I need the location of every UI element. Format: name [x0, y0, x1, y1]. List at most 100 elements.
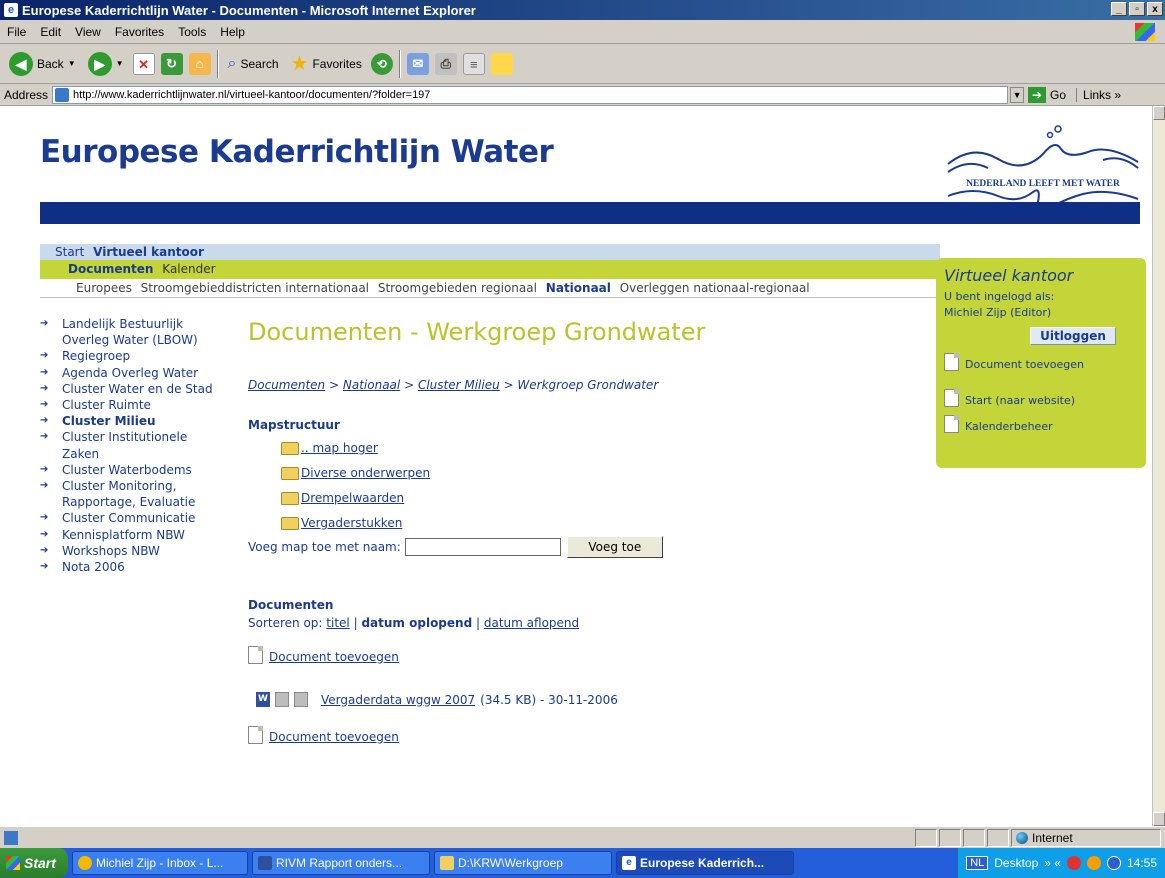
- outlook-icon: [78, 856, 92, 870]
- forward-button[interactable]: ▶ ▼: [85, 49, 127, 79]
- nav-stroomgebieddistricten[interactable]: Stroomgebieddistricten internationaal: [141, 281, 369, 295]
- address-dropdown-icon[interactable]: ▼: [1010, 86, 1025, 103]
- delete-icon[interactable]: [294, 692, 308, 707]
- taskbar-item-outlook[interactable]: Michiel Zijp - Inbox - L...: [72, 851, 248, 875]
- forward-arrow-icon: ▶: [87, 51, 112, 76]
- page-title: Documenten - Werkgroep Grondwater: [248, 318, 706, 346]
- maximize-button[interactable]: ▫: [1129, 2, 1145, 16]
- left-nav-item[interactable]: Cluster Ruimte: [40, 397, 220, 413]
- login-status: U bent ingelogd als: Michiel Zijp (Edito…: [944, 289, 1138, 321]
- ie-icon: e: [622, 856, 636, 870]
- tray-chevrons[interactable]: » «: [1044, 856, 1061, 870]
- go-button[interactable]: ➔ Go: [1028, 86, 1066, 103]
- language-indicator[interactable]: NL: [966, 856, 989, 870]
- taskbar-item-folder[interactable]: D:\KRW\Werkgroep: [434, 851, 612, 875]
- folder-name-input[interactable]: [404, 538, 561, 556]
- clock: 14:55: [1126, 856, 1157, 870]
- tray-app-icon[interactable]: [1066, 856, 1081, 870]
- menu-help[interactable]: Help: [213, 25, 252, 39]
- panel-calendar-link[interactable]: Kalenderbeheer: [944, 415, 1138, 433]
- document-link[interactable]: Vergaderdata wggw 2007: [321, 693, 475, 707]
- left-nav-item[interactable]: Workshops NBW: [40, 543, 220, 559]
- edit-icon[interactable]: ≡: [462, 52, 485, 75]
- taskbar-item-word[interactable]: RIVM Rapport onders...: [252, 851, 430, 875]
- links-button[interactable]: Links »: [1076, 87, 1121, 102]
- minimize-button[interactable]: _: [1111, 2, 1127, 16]
- taskbar-item-ie[interactable]: e Europese Kaderrich...: [616, 851, 794, 875]
- favorites-button[interactable]: ★ Favorites: [288, 49, 365, 79]
- stop-icon[interactable]: ✕: [132, 52, 155, 75]
- breadcrumb-cluster-milieu[interactable]: Cluster Milieu: [418, 378, 500, 392]
- website-icon: [944, 389, 959, 407]
- panel-start-link[interactable]: Start (naar website): [944, 389, 1138, 407]
- left-nav-item[interactable]: Cluster Monitoring, Rapportage, Evaluati…: [40, 478, 220, 510]
- left-nav-item[interactable]: Cluster Waterbodems: [40, 462, 220, 478]
- scroll-up-button[interactable]: [1153, 106, 1165, 120]
- folder-link[interactable]: Diverse onderwerpen: [281, 466, 430, 480]
- virtual-office-panel: Virtueel kantoor U bent ingelogd als: Mi…: [936, 258, 1146, 468]
- panel-add-document-link[interactable]: Document toevoegen: [944, 353, 1138, 371]
- left-nav-item[interactable]: Cluster Institutionele Zaken: [40, 429, 220, 461]
- logout-button[interactable]: Uitloggen: [1030, 327, 1116, 345]
- mail-icon[interactable]: ✉: [406, 52, 429, 75]
- add-folder-button[interactable]: Voeg toe: [566, 536, 663, 558]
- document-icon: [944, 353, 959, 371]
- tray-network-icon[interactable]: [1106, 856, 1121, 870]
- document-icon: [248, 726, 263, 744]
- left-nav-item[interactable]: Nota 2006: [40, 559, 220, 575]
- star-icon: ★: [290, 53, 309, 75]
- left-nav-item[interactable]: Cluster Water en de Stad: [40, 381, 220, 397]
- security-zone: Internet: [1011, 828, 1161, 847]
- breadcrumb-documenten[interactable]: Documenten: [248, 378, 325, 392]
- add-document-link[interactable]: Document toevoegen: [248, 726, 399, 744]
- nav-virtueel-kantoor[interactable]: Virtueel kantoor: [93, 245, 204, 259]
- add-document-link[interactable]: Document toevoegen: [248, 646, 399, 664]
- nav-stroomgebieden-regionaal[interactable]: Stroomgebieden regionaal: [378, 281, 537, 295]
- start-button[interactable]: Start: [0, 848, 68, 878]
- refresh-icon[interactable]: ↻: [160, 52, 183, 75]
- menu-favorites[interactable]: Favorites: [108, 25, 171, 39]
- home-icon[interactable]: ⌂: [188, 52, 211, 75]
- print-icon[interactable]: ⎙: [434, 52, 457, 75]
- sort-date-desc-link[interactable]: datum aflopend: [484, 616, 579, 630]
- desktop-toolbar[interactable]: Desktop: [994, 856, 1038, 870]
- left-nav-item[interactable]: Kennisplatform NBW: [40, 527, 220, 543]
- edit-document-icon[interactable]: [275, 692, 289, 707]
- folder-link[interactable]: Drempelwaarden: [281, 491, 404, 505]
- left-nav-item[interactable]: Landelijk Bestuurlijk Overleg Water (LBO…: [40, 316, 220, 348]
- system-tray: NL Desktop » « 14:55: [957, 848, 1165, 878]
- document-meta: (34.5 KB) - 30-11-2006: [480, 692, 618, 707]
- menu-file[interactable]: File: [0, 25, 33, 39]
- search-button[interactable]: ⌕ Search: [225, 49, 282, 79]
- window-title: Europese Kaderrichtlijn Water - Document…: [22, 2, 476, 18]
- left-nav-item-active[interactable]: Cluster Milieu: [40, 413, 220, 429]
- breadcrumb-nationaal[interactable]: Nationaal: [343, 378, 400, 392]
- vertical-scrollbar[interactable]: [1152, 106, 1165, 826]
- breadcrumb: Documenten > Nationaal > Cluster Milieu …: [248, 378, 659, 392]
- folder-link[interactable]: Vergaderstukken: [281, 516, 402, 530]
- scroll-down-button[interactable]: [1153, 812, 1165, 826]
- sort-date-asc: datum oplopend: [361, 616, 473, 630]
- sort-title-link[interactable]: titel: [326, 616, 349, 630]
- close-button[interactable]: x: [1147, 2, 1163, 16]
- nav-documenten[interactable]: Documenten: [68, 262, 153, 276]
- nav-kalender[interactable]: Kalender: [162, 262, 215, 276]
- nav-start[interactable]: Start: [55, 245, 84, 259]
- history-icon[interactable]: ⟲: [370, 52, 393, 75]
- back-button[interactable]: ◀ Back ▼: [6, 49, 79, 79]
- nav-europees[interactable]: Europees: [76, 281, 132, 295]
- document-row: W Vergaderdata wggw 2007 (34.5 KB) - 30-…: [256, 692, 618, 707]
- menu-edit[interactable]: Edit: [33, 25, 68, 39]
- left-nav-item[interactable]: Cluster Communicatie: [40, 510, 220, 526]
- address-input[interactable]: http://www.kaderrichtlijnwater.nl/virtue…: [52, 85, 1009, 104]
- folder-link-up[interactable]: .. map hoger: [281, 441, 378, 455]
- nav-overleggen[interactable]: Overleggen nationaal-regionaal: [620, 281, 810, 295]
- primary-nav: Start Virtueel kantoor: [40, 244, 940, 260]
- messenger-icon[interactable]: [490, 52, 513, 75]
- nav-nationaal[interactable]: Nationaal: [546, 281, 611, 295]
- tray-app-icon[interactable]: [1086, 856, 1101, 870]
- left-nav-item[interactable]: Regiegroep: [40, 348, 220, 364]
- menu-tools[interactable]: Tools: [171, 25, 213, 39]
- left-nav-item[interactable]: Agenda Overleg Water: [40, 365, 220, 381]
- menu-view[interactable]: View: [68, 25, 108, 39]
